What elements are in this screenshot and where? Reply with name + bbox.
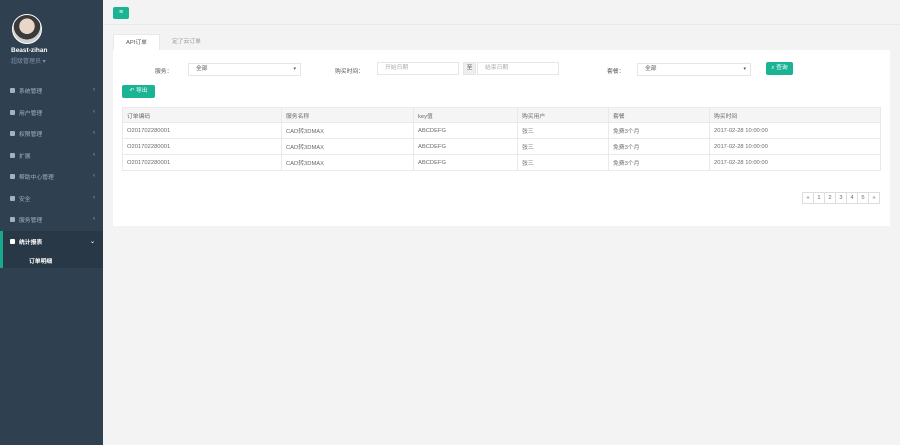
tab-api-orders[interactable]: API订单 bbox=[113, 34, 160, 51]
cell-package: 免费3个月 bbox=[608, 122, 710, 139]
sidebar-nav: 系统管理 ‹ 用户管理 ‹ 权限管理 ‹ 扩展 ‹ 帮助中心管理 ‹ 安全 ‹ 服务管理 ‹ … bbox=[0, 80, 103, 268]
search-icon: ⌕ bbox=[771, 65, 775, 71]
shield-icon bbox=[10, 195, 15, 201]
cell-service-name: CAD转3DMAX bbox=[281, 138, 414, 155]
cell-buyer: 张三 bbox=[517, 154, 609, 171]
table-row[interactable]: O201702280001 CAD转3DMAX ABCDEFG 张三 免费3个月… bbox=[122, 138, 881, 155]
tab-cloud-orders[interactable]: 定了云订单 bbox=[160, 34, 213, 50]
sidebar-item-services[interactable]: 服务管理 ‹ bbox=[0, 209, 103, 231]
list-icon bbox=[10, 217, 15, 223]
chevron-left-icon: ‹ bbox=[93, 194, 95, 201]
sidebar-item-system[interactable]: 系统管理 ‹ bbox=[0, 80, 103, 102]
cell-key: ABCDEFG bbox=[413, 138, 518, 155]
export-button[interactable]: ↶ 导出 bbox=[122, 85, 155, 98]
sidebar-item-reports[interactable]: 统计报表 ⌄ bbox=[0, 230, 103, 252]
sidebar-item-help-center[interactable]: 帮助中心管理 ‹ bbox=[0, 166, 103, 188]
col-buyer: 购买用户 bbox=[517, 107, 609, 123]
table-header-row: 订单编码 服务名称 key值 购买用户 套餐 购买时间 bbox=[122, 107, 881, 123]
cell-package: 免费3个月 bbox=[608, 138, 710, 155]
cell-purchase-time: 2017-02-28 10:00:00 bbox=[709, 138, 881, 155]
table-row[interactable]: O201702280001 CAD转3DMAX ABCDEFG 张三 免费3个月… bbox=[122, 154, 881, 171]
sidebar-item-label: 扩展 bbox=[19, 153, 31, 160]
search-button-label: 查询 bbox=[776, 65, 788, 71]
cell-purchase-time: 2017-02-28 10:00:00 bbox=[709, 122, 881, 139]
col-package: 套餐 bbox=[608, 107, 710, 123]
chevron-left-icon: ‹ bbox=[93, 87, 95, 93]
sidebar-item-users[interactable]: 用户管理 ‹ bbox=[0, 102, 103, 124]
tab-bar: API订单 定了云订单 bbox=[113, 34, 213, 51]
service-select[interactable]: 全部 ▾ bbox=[188, 63, 301, 76]
cell-service-name: CAD转3DMAX bbox=[281, 154, 414, 171]
content-panel: 服务： 全部 ▾ 购买时间： 开始日期 至 结束日期 套餐： 全部 ▾ ⌕ 查询 ↶… bbox=[113, 50, 890, 226]
cell-buyer: 张三 bbox=[517, 122, 609, 139]
sidebar-item-label: 权限管理 bbox=[19, 132, 43, 139]
user-role-label: 超级管理员 bbox=[11, 59, 42, 65]
sidebar-item-label: 统计报表 bbox=[19, 239, 43, 246]
username[interactable]: Beast-zihan bbox=[11, 47, 47, 54]
top-bar: ≡ bbox=[103, 0, 900, 25]
avatar[interactable] bbox=[12, 14, 42, 44]
cell-key: ABCDEFG bbox=[413, 122, 518, 139]
profile: Beast-zihan 超级管理员 ▾ bbox=[0, 0, 103, 70]
search-button[interactable]: ⌕ 查询 bbox=[766, 62, 793, 75]
page-next-button[interactable]: » bbox=[868, 192, 880, 204]
table-row[interactable]: O201702280001 CAD转3DMAX ABCDEFG 张三 免费3个月… bbox=[122, 122, 881, 139]
col-service-name: 服务名称 bbox=[281, 107, 414, 123]
help-icon bbox=[10, 174, 15, 180]
service-select-value: 全部 bbox=[196, 66, 208, 72]
chevron-down-icon: ⌄ bbox=[89, 238, 95, 245]
caret-down-icon: ▾ bbox=[293, 66, 296, 72]
service-label: 服务： bbox=[155, 69, 173, 75]
package-label: 套餐： bbox=[607, 69, 625, 75]
sidebar-subitem-order-details[interactable]: 订单明细 bbox=[0, 252, 103, 268]
bed-icon bbox=[10, 238, 15, 244]
sidebar-item-label: 服务管理 bbox=[19, 218, 43, 225]
gear-icon bbox=[10, 88, 15, 94]
chevron-left-icon: ‹ bbox=[93, 151, 95, 158]
package-select[interactable]: 全部 ▾ bbox=[637, 63, 751, 76]
chevron-left-icon: ‹ bbox=[93, 216, 95, 222]
menu-toggle-button[interactable]: ≡ bbox=[113, 7, 129, 19]
start-date-input[interactable]: 开始日期 bbox=[377, 62, 459, 75]
user-role-dropdown[interactable]: 超级管理员 ▾ bbox=[11, 56, 46, 65]
sidebar-item-permissions[interactable]: 权限管理 ‹ bbox=[0, 123, 103, 145]
col-order-code: 订单编码 bbox=[122, 107, 282, 123]
sidebar-item-label: 系统管理 bbox=[19, 89, 43, 96]
date-range-separator: 至 bbox=[463, 62, 476, 75]
sidebar-item-security[interactable]: 安全 ‹ bbox=[0, 188, 103, 210]
hamburger-icon: ≡ bbox=[118, 9, 124, 16]
sidebar-item-label: 帮助中心管理 bbox=[19, 175, 54, 182]
orders-table: 订单编码 服务名称 key值 购买用户 套餐 购买时间 O20170228000… bbox=[122, 107, 881, 171]
pagination: « 1 2 3 4 5 » bbox=[802, 192, 880, 204]
export-button-label: 导出 bbox=[135, 88, 148, 94]
purchase-time-label: 购买时间： bbox=[335, 69, 364, 75]
col-key: key值 bbox=[413, 107, 518, 123]
sidebar-item-label: 用户管理 bbox=[19, 110, 43, 117]
cell-key: ABCDEFG bbox=[413, 154, 518, 171]
cell-order-code: O201702280001 bbox=[122, 138, 282, 155]
cell-package: 免费3个月 bbox=[608, 154, 710, 171]
export-arrow-icon: ↶ bbox=[129, 88, 135, 94]
chevron-left-icon: ‹ bbox=[93, 173, 95, 179]
share-icon bbox=[10, 131, 15, 137]
user-icon bbox=[10, 109, 15, 115]
wrench-icon bbox=[10, 152, 15, 158]
package-select-value: 全部 bbox=[645, 66, 657, 72]
cell-service-name: CAD转3DMAX bbox=[281, 122, 414, 139]
chevron-left-icon: ‹ bbox=[93, 130, 95, 136]
sidebar-item-extensions[interactable]: 扩展 ‹ bbox=[0, 145, 103, 167]
cell-purchase-time: 2017-02-28 10:00:00 bbox=[709, 154, 881, 171]
sidebar: Beast-zihan 超级管理员 ▾ 系统管理 ‹ 用户管理 ‹ 权限管理 ‹ 扩展… bbox=[0, 0, 103, 445]
sidebar-item-label: 安全 bbox=[19, 196, 31, 203]
chevron-left-icon: ‹ bbox=[93, 108, 95, 115]
cell-order-code: O201702280001 bbox=[122, 154, 282, 171]
end-date-input[interactable]: 结束日期 bbox=[477, 62, 559, 75]
caret-down-icon: ▾ bbox=[743, 66, 746, 72]
cell-order-code: O201702280001 bbox=[122, 122, 282, 139]
col-purchase-time: 购买时间 bbox=[709, 107, 881, 123]
cell-buyer: 张三 bbox=[517, 138, 609, 155]
